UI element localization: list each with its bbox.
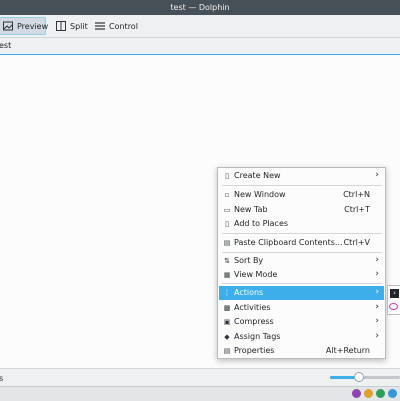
- preview-button[interactable]: Preview: [0, 17, 49, 35]
- window-title: test — Dolphin: [170, 3, 230, 12]
- document-new-icon: ▯: [225, 172, 229, 180]
- menu-item-label: Compress: [234, 317, 274, 326]
- chevron-right-icon: ›: [375, 331, 379, 341]
- menu-item-label: New Window: [234, 190, 286, 199]
- window-new-icon: ▫: [224, 191, 230, 199]
- menu-item-label: Assign Tags: [234, 332, 281, 341]
- menu-separator: [222, 283, 382, 284]
- menu-item-shortcut: Ctrl+T: [344, 205, 370, 214]
- menu-item-properties[interactable]: ▤ Properties Alt+Return: [219, 344, 384, 358]
- menu-item-create-new[interactable]: ▯ Create New ›: [219, 169, 384, 183]
- menu-item-add-to-places[interactable]: ▯ Add to Places: [219, 217, 384, 231]
- view-mode-icon: ▦: [223, 271, 231, 279]
- split-label: Split: [70, 21, 88, 31]
- menu-separator: [222, 233, 382, 234]
- tag-icon: ◆: [224, 333, 230, 341]
- preview-label: Preview: [17, 21, 49, 31]
- bookmark-new-icon: ▯: [225, 220, 229, 228]
- menu-item-label: New Tab: [234, 205, 268, 214]
- chevron-right-icon: ›: [375, 287, 379, 297]
- menu-item-label: Actions: [234, 288, 264, 297]
- app-launcher-icon[interactable]: [389, 303, 398, 310]
- hamburger-menu-icon: [95, 21, 105, 31]
- edit-paste-icon: ▤: [223, 239, 231, 247]
- tab-new-icon: ▭: [223, 206, 231, 214]
- menu-item-label: View Mode: [234, 270, 278, 279]
- menu-item-shortcut: Ctrl+N: [343, 190, 370, 199]
- context-menu: ▯ Create New › ▫ New Window Ctrl+N ▭ New…: [217, 167, 386, 359]
- menu-item-shortcut: Alt+Return: [325, 346, 370, 355]
- menu-item-sort-by[interactable]: ⇅ Sort By ›: [219, 254, 384, 268]
- menu-item-assign-tags[interactable]: ◆ Assign Tags ›: [219, 330, 384, 344]
- tray-telegram-icon[interactable]: [388, 389, 397, 398]
- menu-item-shortcut: Ctrl+V: [343, 238, 370, 247]
- terminal-icon[interactable]: ›: [390, 289, 399, 298]
- chevron-right-icon: ›: [375, 316, 379, 326]
- menu-item-view-mode[interactable]: ▦ View Mode ›: [219, 268, 384, 282]
- sort-icon: ⇅: [224, 257, 230, 265]
- breadcrumb[interactable]: est: [0, 41, 11, 50]
- chevron-right-icon: ›: [375, 302, 379, 312]
- window-title-bar[interactable]: test — Dolphin: [0, 0, 400, 15]
- menu-item-label: Sort By: [234, 256, 264, 265]
- tray-notes-icon[interactable]: [364, 389, 373, 398]
- status-text: s: [0, 374, 4, 383]
- archive-icon: ▣: [223, 318, 231, 326]
- menu-item-label: Create New: [234, 171, 281, 180]
- split-icon: [56, 21, 66, 31]
- split-button[interactable]: Split: [52, 17, 88, 35]
- control-label: Control: [109, 21, 138, 31]
- menu-item-paste[interactable]: ▤ Paste Clipboard Contents... Ctrl+V: [219, 236, 384, 250]
- tray-network-icon[interactable]: [376, 389, 385, 398]
- zoom-slider-handle[interactable]: [354, 372, 364, 382]
- location-bar[interactable]: est: [0, 38, 400, 55]
- control-button[interactable]: Control: [91, 17, 139, 35]
- actions-submenu: ›: [387, 285, 400, 315]
- toolbar: Preview Split Control: [0, 15, 400, 38]
- menu-item-label: Add to Places: [234, 219, 289, 228]
- menu-item-new-window[interactable]: ▫ New Window Ctrl+N: [219, 188, 384, 202]
- chevron-right-icon: ›: [375, 170, 379, 180]
- taskbar-panel: [0, 386, 400, 401]
- menu-separator: [222, 185, 382, 186]
- menu-item-label: Activities: [234, 303, 271, 312]
- chevron-right-icon: ›: [375, 255, 379, 265]
- tray-app-icon[interactable]: [352, 389, 361, 398]
- menu-item-actions[interactable]: ⋮ Actions ›: [219, 286, 384, 300]
- chevron-right-icon: ›: [375, 269, 379, 279]
- menu-item-label: Properties: [234, 346, 275, 355]
- activities-icon: ▩: [223, 304, 231, 312]
- actions-icon: ⋮: [223, 289, 231, 297]
- menu-item-compress[interactable]: ▣ Compress ›: [219, 315, 384, 329]
- menu-item-label: Paste Clipboard Contents...: [234, 238, 343, 247]
- properties-icon: ▤: [223, 347, 231, 355]
- menu-item-activities[interactable]: ▩ Activities ›: [219, 301, 384, 315]
- menu-item-new-tab[interactable]: ▭ New Tab Ctrl+T: [219, 203, 384, 217]
- image-icon: [3, 21, 13, 31]
- menu-separator: [222, 252, 382, 253]
